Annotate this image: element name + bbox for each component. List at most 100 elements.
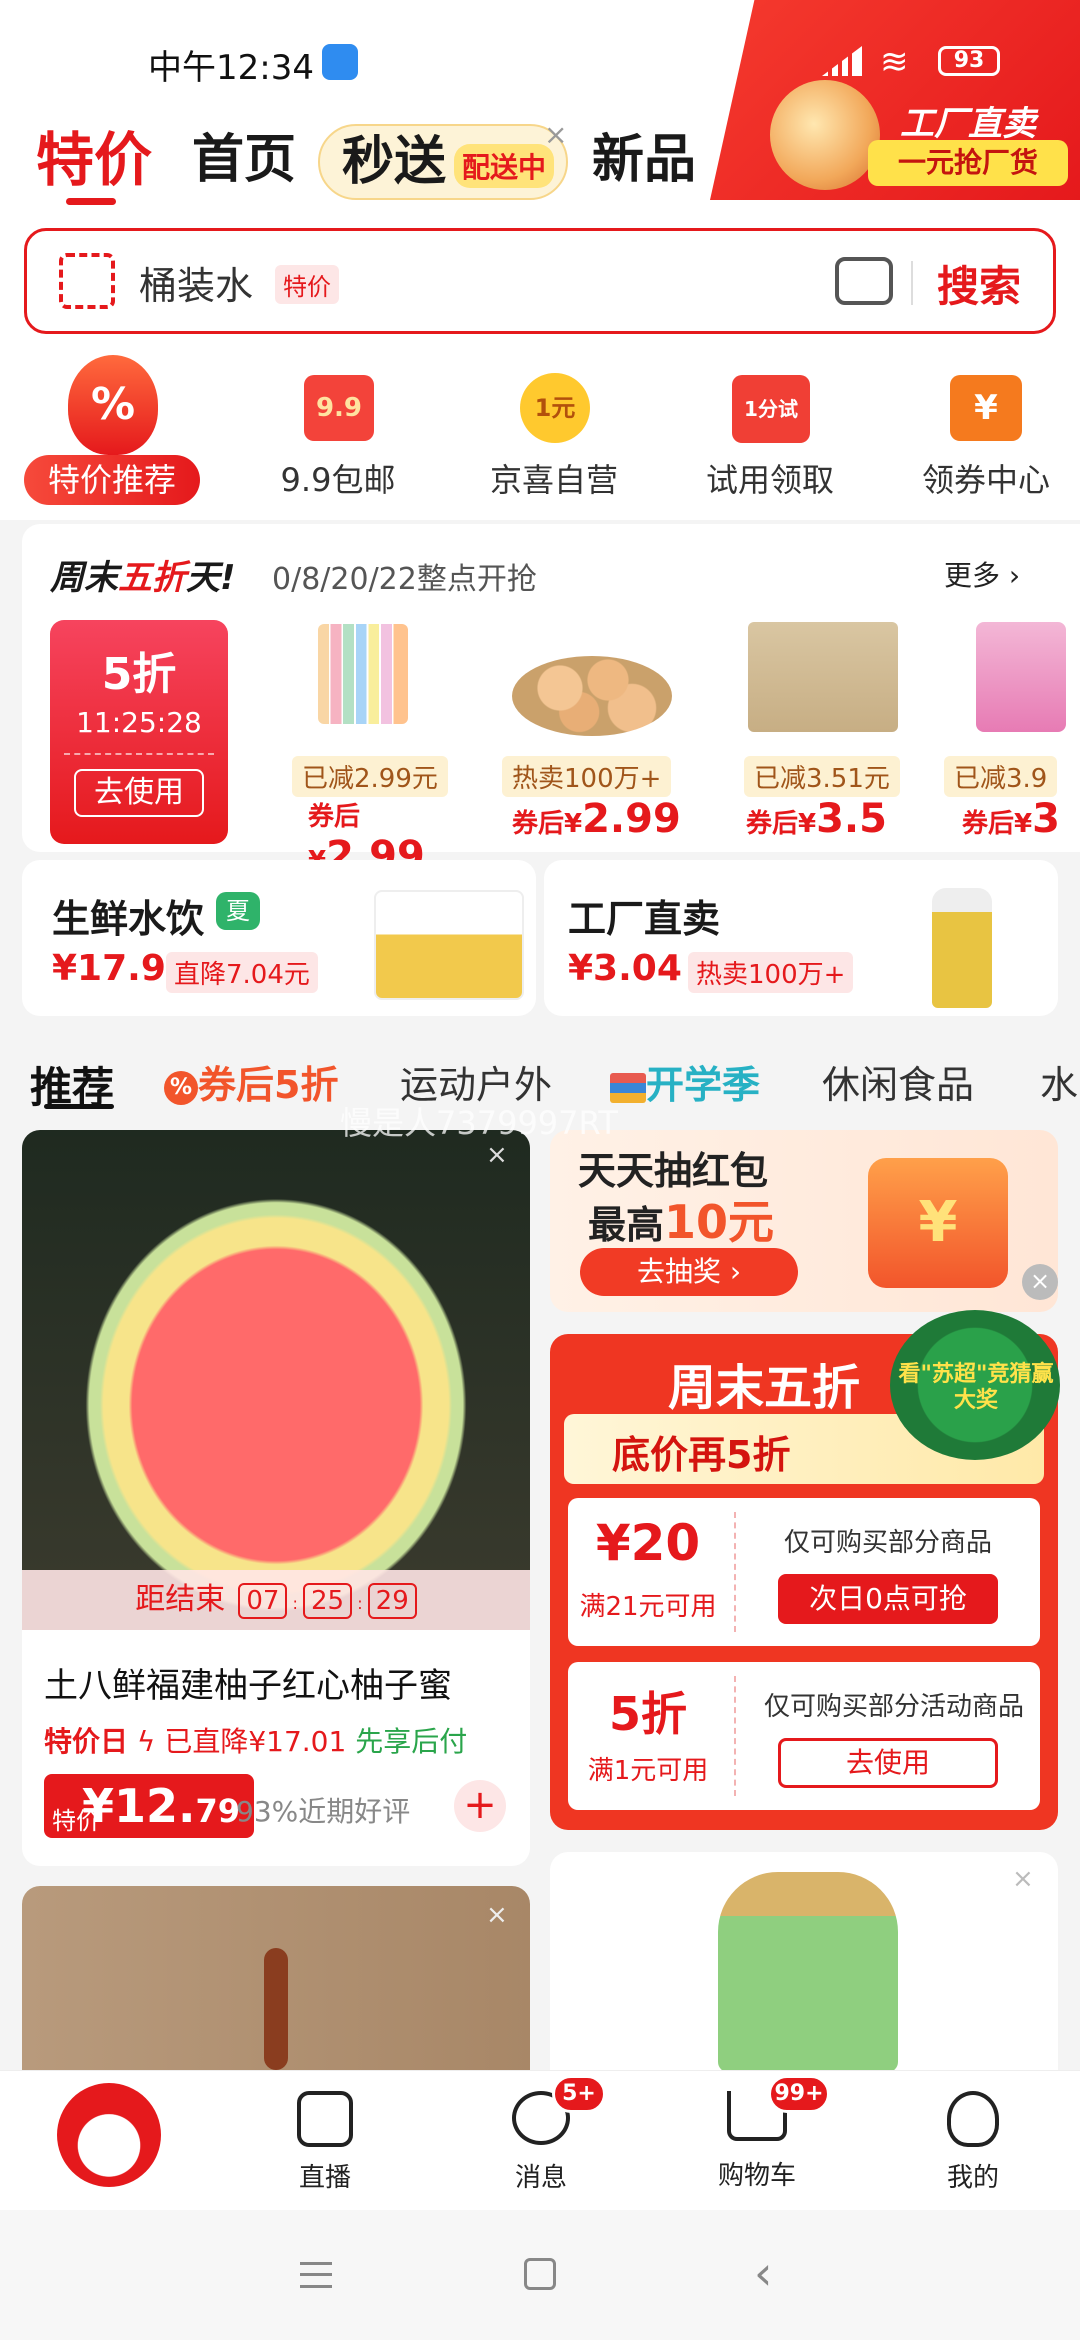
section-badge: 夏 [216,892,260,930]
bottom-navigation: 直播 消息 5+ 购物车 99+ 我的 [0,2070,1080,2210]
nav-live[interactable]: 直播 [250,2091,400,2194]
tab-tejia[interactable]: 特价 [36,120,152,200]
status-bar: 中午12:34 ≋ 93 [0,40,1080,90]
lucky-draw-button[interactable]: 去抽奖 › [580,1248,798,1296]
sports-banner-text: 看"苏超"竞猜赢大奖 [898,1362,1054,1413]
weekend-discount-card[interactable]: 周末五折 底价再5折 看"苏超"竞猜赢大奖 ¥20 满21元可用 仅可购买部分商… [550,1310,1060,1830]
close-icon[interactable]: × [486,1900,508,1930]
flash-title-suffix: 天! [186,558,236,598]
nav-messages[interactable]: 消息 5+ [466,2075,616,2194]
coupon-claim-button[interactable]: 次日0点可抢 [778,1574,998,1624]
back-icon[interactable]: ‹ [754,2246,772,2300]
promo-product-image [770,80,880,190]
price-decimal: 79 [195,1792,241,1830]
lucky-button-label: 去抽奖 [636,1255,721,1288]
flash-item-tag: 已减2.99元 [292,756,448,797]
close-icon[interactable]: × [486,1140,508,1170]
nav-label: 购物车 [717,2161,796,2191]
feed-tab-label: 券后5折 [198,1063,339,1107]
product-image-pomelo [22,1130,530,1630]
section-card-fresh[interactable]: 生鲜水饮 夏 ¥17.9 直降7.04元 [22,860,536,1016]
flash-coupon[interactable]: 5折 11:25:28 去使用 [50,620,228,844]
category-label: 京喜自营 [489,461,618,499]
feed-tab-school[interactable]: 开学季 [610,1054,760,1109]
product-card[interactable]: × [22,1886,530,2070]
category-label: 领券中心 [921,461,1050,499]
promo-subtitle: 一元抢厂货 [868,140,1068,186]
chevron-right-icon: › [1000,559,1021,592]
cart-count-badge: 99+ [768,2075,830,2113]
tab-home[interactable]: 首页 [192,120,296,200]
flash-item[interactable]: 已减2.99元 券后¥2.99 [270,616,470,879]
nav-profile[interactable]: 我的 [898,2091,1048,2194]
sports-banner[interactable]: 看"苏超"竞猜赢大奖 [890,1310,1060,1460]
lucky-draw-card[interactable]: 天天抽红包 最高10元 去抽奖 › ¥ × [550,1130,1058,1312]
factory-promo-banner[interactable]: 工厂直卖 一元抢厂货 [710,0,1080,200]
countdown-sep: : [292,1594,298,1613]
product-image-eggs [512,656,672,736]
flash-item-tag: 已减3.51元 [744,756,900,797]
feed-tab-snacks[interactable]: 休闲食品 [822,1054,974,1109]
flash-schedule: 0/8/20/22整点开抢 [272,562,537,597]
flash-item-tag: 已减3.9 [944,756,1058,797]
tag-pay-later: 先享后付 [355,1725,468,1758]
product-rating: 93%近期好评 [236,1795,411,1828]
product-image-notebooks [748,622,898,732]
flash-more-link[interactable]: 更多 › [944,554,1020,594]
section-card-factory[interactable]: 工厂直卖 ¥3.04 热卖100万+ [544,860,1058,1016]
tab-active-indicator [66,198,116,205]
countdown-minutes: 25 [303,1583,353,1619]
feed-tab-label: 开学季 [646,1063,761,1107]
category-label: 试用领取 [705,461,834,499]
search-button[interactable]: 搜索 [937,253,1021,314]
status-time: 中午12:34 [148,48,314,88]
tab-miaosong-pill[interactable]: 秒送 配送中 × [318,118,568,200]
product-price: 特价¥12.79 [44,1774,255,1838]
flash-item[interactable]: 已减3.51元 券后¥3.5 [722,616,922,846]
tag-special-day: 特价日 [44,1725,129,1758]
close-circle-icon[interactable]: × [1022,1264,1058,1300]
category-label: 9.9包邮 [280,461,396,499]
close-icon[interactable]: × [1012,1864,1034,1894]
product-image-handle [264,1948,288,2070]
close-icon[interactable]: × [544,118,567,151]
countdown-sep: : [357,1594,363,1613]
price-value: 2.99 [582,796,681,842]
nav-cart[interactable]: 购物车 99+ [682,2075,832,2192]
lucky-line2-value: 10元 [664,1195,775,1249]
feed-tab-coupon[interactable]: % 券后5折 [164,1054,338,1109]
countdown-seconds: 29 [367,1583,417,1619]
coupon-use-button[interactable]: 去使用 [74,769,204,817]
coupon-value: ¥20 [595,1514,701,1572]
add-to-cart-button[interactable]: + [454,1780,506,1832]
camera-icon[interactable] [835,257,893,305]
product-card[interactable]: × 距结束 07 : 25 : 29 土八鲜福建柚子红心柚子蜜 特价日 ϟ 已直… [22,1130,530,1866]
price-main: ¥12. [82,1779,196,1833]
feed-tab-water[interactable]: 水 [1040,1054,1078,1109]
weekend-title: 周末五折 [668,1360,861,1416]
search-input[interactable]: 桶装水 [139,255,253,310]
nav-home[interactable] [34,2083,184,2187]
home-square-icon[interactable] [524,2258,556,2290]
coupon-condition: 满1元可用 [587,1756,709,1786]
section-product-image [374,890,524,1000]
coupon-value: 5折 [101,649,177,700]
coupon-use-button[interactable]: 去使用 [778,1738,998,1788]
price-prefix: 券后¥ [746,809,817,839]
top-tabs: 特价 首页 秒送 配送中 × 新品 [0,118,740,210]
scan-icon[interactable] [59,253,115,309]
search-bar[interactable]: 桶装水 特价 搜索 [24,228,1056,334]
flash-item[interactable]: 已减3.9 券后¥3 [940,616,1080,846]
flash-item[interactable]: 热卖100万+ 券后¥2.99 [492,616,692,846]
live-chart-icon [297,2091,353,2147]
flash-item-price: 券后¥2.99 [512,796,681,842]
coupon-desc: 仅可购买部分商品 [783,1528,992,1558]
one-yuan-coin-icon: 1元 [520,373,590,443]
profile-icon [947,2091,999,2147]
product-title[interactable]: 土八鲜福建柚子红心柚子蜜 [44,1658,452,1707]
price-prefix: 券后¥ [512,809,583,839]
tab-new[interactable]: 新品 [592,120,696,200]
menu-icon-middle-line [300,2273,332,2276]
battery-icon: 93 [938,46,1000,76]
product-card[interactable]: × [550,1852,1058,2070]
